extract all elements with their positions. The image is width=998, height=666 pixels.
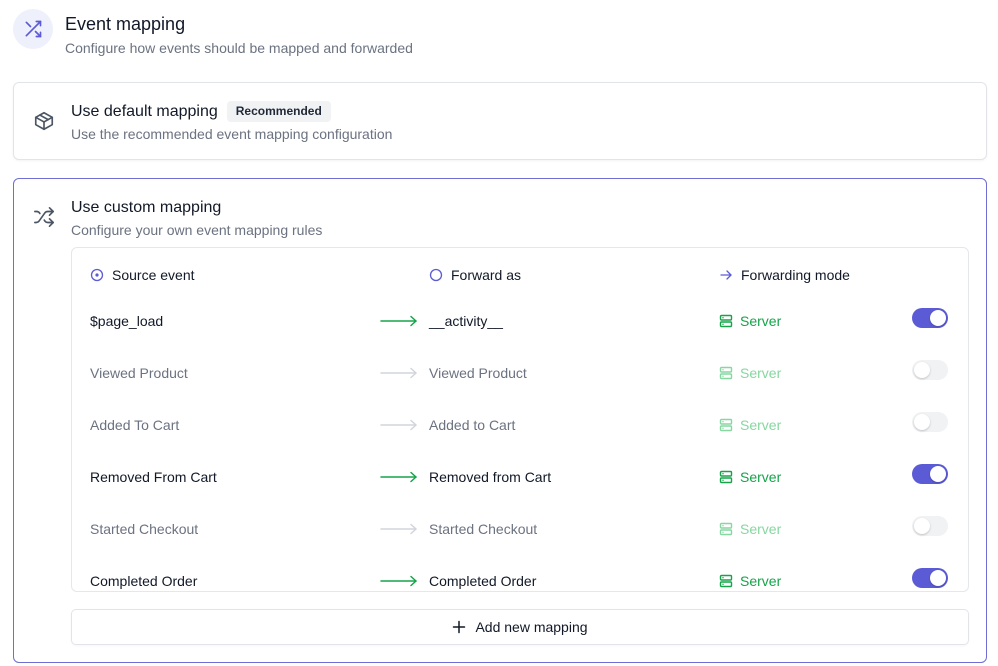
default-mapping-option[interactable]: Use default mapping Recommended Use the …: [13, 82, 987, 160]
shuffle-icon: [13, 9, 53, 49]
forward-as: Added to Cart: [429, 417, 516, 433]
circle-icon: [429, 268, 443, 282]
toggle-knob: [930, 570, 946, 586]
server-icon: [719, 418, 733, 432]
server-icon: [719, 574, 733, 588]
forwarding-mode: Server: [719, 295, 781, 347]
plus-icon: [452, 620, 466, 634]
forwarding-mode: Server: [719, 451, 781, 503]
table-row: Viewed Product Viewed Product Server: [72, 347, 968, 399]
source-event: Added To Cart: [90, 417, 180, 433]
mapping-toggle[interactable]: [912, 360, 948, 380]
arrow-right-icon: [380, 451, 418, 503]
server-icon: [719, 366, 733, 380]
column-header-mode: Forwarding mode: [719, 267, 850, 283]
source-event: Completed Order: [90, 573, 198, 589]
arrow-right-icon: [380, 555, 418, 591]
table-row: Removed From Cart Removed from Cart Server: [72, 451, 968, 503]
toggle-knob: [914, 518, 930, 534]
toggle-knob: [914, 362, 930, 378]
source-event: Viewed Product: [90, 365, 188, 381]
forwarding-mode: Server: [719, 347, 781, 399]
page-subtitle: Configure how events should be mapped an…: [65, 40, 413, 56]
forwarding-mode: Server: [719, 399, 781, 451]
add-mapping-button[interactable]: Add new mapping: [71, 609, 969, 645]
recommended-badge: Recommended: [226, 101, 331, 122]
arrow-right-icon: [380, 503, 418, 555]
server-icon: [719, 522, 733, 536]
mapping-toggle[interactable]: [912, 412, 948, 432]
custom-mapping-subtitle: Configure your own event mapping rules: [71, 222, 323, 238]
target-icon: [90, 268, 104, 282]
page-header: Event mapping Configure how events shoul…: [13, 9, 413, 57]
toggle-knob: [914, 414, 930, 430]
server-icon: [719, 314, 733, 328]
forward-as: Removed from Cart: [429, 469, 552, 485]
arrow-right-icon: [380, 399, 418, 451]
default-mapping-title: Use default mapping: [71, 102, 218, 120]
shuffle-icon: [31, 204, 57, 230]
arrow-right-icon: [380, 347, 418, 399]
forward-as: Started Checkout: [429, 521, 538, 537]
custom-mapping-title: Use custom mapping: [71, 199, 222, 216]
arrow-right-icon: [380, 295, 418, 347]
table-row: Added To Cart Added to Cart Server: [72, 399, 968, 451]
forward-as: __activity__: [429, 313, 503, 329]
package-icon: [31, 108, 57, 134]
custom-mapping-option[interactable]: Use custom mapping Configure your own ev…: [13, 178, 987, 663]
column-header-source: Source event: [90, 267, 195, 283]
source-event: Removed From Cart: [90, 469, 217, 485]
toggle-knob: [930, 310, 946, 326]
source-event: $page_load: [90, 313, 164, 329]
mapping-toggle[interactable]: [912, 568, 948, 588]
mapping-toggle[interactable]: [912, 464, 948, 484]
server-icon: [719, 470, 733, 484]
forward-as: Viewed Product: [429, 365, 527, 381]
mapping-table: Source event Forward as Forwarding mode …: [71, 247, 969, 592]
table-row: Started Checkout Started Checkout Server: [72, 503, 968, 555]
table-row: $page_load __activity__ Server: [72, 295, 968, 347]
source-event: Started Checkout: [90, 521, 199, 537]
mapping-toggle[interactable]: [912, 308, 948, 328]
arrow-right-icon: [719, 268, 733, 282]
forwarding-mode: Server: [719, 555, 781, 591]
default-mapping-subtitle: Use the recommended event mapping config…: [71, 126, 393, 142]
forward-as: Completed Order: [429, 573, 537, 589]
column-header-forward: Forward as: [429, 267, 521, 283]
mapping-toggle[interactable]: [912, 516, 948, 536]
toggle-knob: [930, 466, 946, 482]
page-title: Event mapping: [65, 14, 186, 34]
table-row: Completed Order Completed Order Server: [72, 555, 968, 591]
forwarding-mode: Server: [719, 503, 781, 555]
